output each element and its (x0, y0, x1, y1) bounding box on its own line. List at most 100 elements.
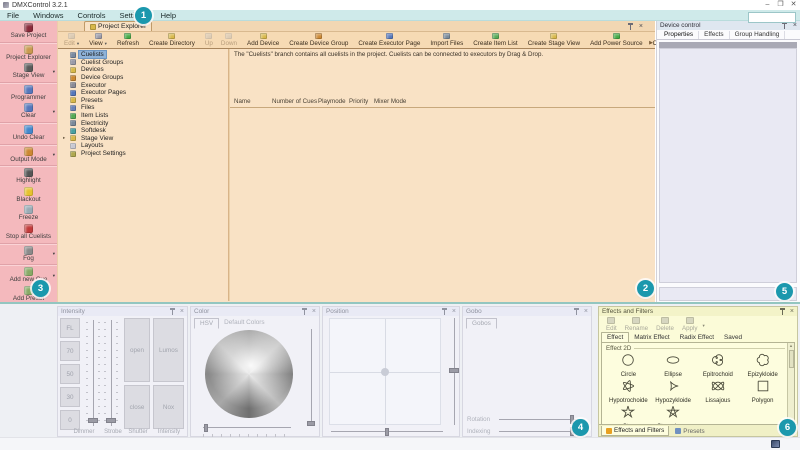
tilt-slider[interactable] (446, 318, 462, 425)
pan-tilt-pad[interactable] (329, 318, 441, 425)
close-icon[interactable]: × (452, 308, 456, 315)
tree-item-files[interactable]: Files (58, 104, 228, 112)
column-header-name[interactable]: Name (234, 98, 272, 105)
tree-item-devices[interactable]: Devices (58, 66, 228, 74)
pin-icon[interactable] (301, 308, 308, 315)
intensity-preset-30[interactable]: 30 (60, 387, 80, 407)
toolbar-button-create-stage-view[interactable]: Create Stage View (524, 33, 584, 47)
tree-item-electricity[interactable]: Electricity (58, 119, 228, 127)
close-icon[interactable]: × (584, 308, 588, 315)
tree-item-executor-pages[interactable]: Executor Pages (58, 89, 228, 97)
sidebar-item-highlight[interactable]: Highlight (0, 167, 57, 186)
pin-icon[interactable] (627, 23, 634, 30)
effect-item-hypozykloide[interactable]: Hypozykloide (651, 379, 696, 404)
menu-windows[interactable]: Windows (26, 10, 70, 21)
pin-icon[interactable] (573, 308, 580, 315)
tab-gobos[interactable]: Gobos (466, 318, 497, 329)
tab-radix-effect[interactable]: Radix Effect (675, 333, 719, 342)
expander-icon[interactable]: ▸ (63, 135, 65, 141)
minimize-icon[interactable]: – (761, 0, 774, 10)
gobo-indexing-slider[interactable]: Indexing (467, 428, 585, 435)
dropdown-arrow-icon[interactable]: ▾ (53, 109, 55, 115)
sidebar-item-fog[interactable]: Fog▾ (0, 245, 57, 264)
intensity-preset-70[interactable]: 70 (60, 341, 80, 361)
strobe-slider[interactable] (103, 320, 119, 426)
toolbar-button-create-executor-page[interactable]: Create Executor Page (354, 33, 424, 47)
pin-icon[interactable] (781, 22, 788, 29)
tab-hsv[interactable]: HSV (194, 318, 219, 329)
position-handle[interactable] (381, 368, 389, 376)
dropdown-arrow-icon[interactable]: ▾ (53, 273, 55, 279)
column-header-number-of-cues[interactable]: Number of Cues (272, 98, 318, 105)
effect-item-star[interactable]: Star (606, 405, 651, 426)
tree-item-executor[interactable]: Executor (58, 81, 228, 89)
close-icon[interactable]: × (639, 23, 643, 30)
scrollbar-thumb[interactable] (789, 350, 794, 368)
pin-icon[interactable] (169, 308, 176, 315)
effect-item-circle[interactable]: Circle (606, 353, 651, 378)
quick-search-input[interactable] (748, 12, 796, 23)
sidebar-item-stage-view[interactable]: Stage View▾ (0, 62, 57, 81)
bottom-tab-presets[interactable]: Presets (671, 426, 708, 436)
intensity-preset-0[interactable]: 0 (60, 410, 80, 430)
column-header-playmode[interactable]: Playmode (318, 98, 349, 105)
dropdown-arrow-icon[interactable]: ▾ (77, 41, 79, 47)
sidebar-item-project-explorer[interactable]: Project Explorer (0, 44, 57, 63)
effect-item-lissajous[interactable]: Lissajous (696, 379, 741, 404)
tab-saved[interactable]: Saved (719, 333, 747, 342)
bottom-tab-effects-and-filters[interactable]: Effects and Filters (601, 426, 669, 436)
effects-scrollbar[interactable]: ▲▼ (787, 343, 794, 425)
tree-item-device-groups[interactable]: Device Groups (58, 74, 228, 82)
dropdown-arrow-icon[interactable]: ▾ (105, 41, 107, 47)
tab-matrix-effect[interactable]: Matrix Effect (629, 333, 674, 342)
dropdown-arrow-icon[interactable]: ▾ (53, 152, 55, 158)
dropdown-arrow-icon[interactable]: ▾ (53, 251, 55, 257)
toolbar-overflow-icon[interactable]: ▶ (649, 40, 653, 46)
tab-effect[interactable]: Effect (601, 332, 629, 342)
menu-controls[interactable]: Controls (71, 10, 113, 21)
effect-item-starpolygon[interactable]: Starpolygon (651, 405, 696, 426)
gobo-rotation-slider[interactable]: Rotation (467, 416, 585, 423)
tree-item-stage-view[interactable]: ▸Stage View (58, 135, 228, 143)
tab-properties[interactable]: Properties (659, 31, 699, 39)
tab-default-colors[interactable]: Default Colors (219, 318, 270, 329)
tree-item-item-lists[interactable]: Item Lists (58, 112, 228, 120)
pin-icon[interactable] (779, 308, 786, 315)
intensity-lumos-button[interactable]: Lumos (153, 318, 184, 382)
scroll-up-icon[interactable]: ▲ (789, 343, 793, 348)
close-icon[interactable]: × (312, 308, 316, 315)
maximize-icon[interactable]: ❐ (774, 0, 787, 10)
close-icon[interactable]: × (790, 308, 794, 315)
effect-item-hypotrochoide[interactable]: Hypotrochoide (606, 379, 651, 404)
sidebar-item-save-project[interactable]: Save Project (0, 22, 57, 41)
toolbar-button-add-device[interactable]: Add Device (243, 33, 283, 47)
sidebar-item-stop-all-cuelists[interactable]: Stop all Cuelists (0, 223, 57, 242)
shutter-open-button[interactable]: open (124, 318, 150, 382)
dimmer-slider[interactable] (85, 320, 101, 426)
tree-item-layouts[interactable]: Layouts (58, 142, 228, 150)
color-vertical-slider[interactable] (306, 329, 316, 425)
close-icon[interactable]: × (180, 308, 184, 315)
sidebar-item-programmer[interactable]: Programmer (0, 84, 57, 103)
column-header-priority[interactable]: Priority (349, 98, 374, 105)
tree-item-presets[interactable]: Presets (58, 97, 228, 105)
sidebar-item-blackout[interactable]: Blackout (0, 186, 57, 205)
tree-item-cuelists[interactable]: Cuelists (58, 51, 228, 59)
toolbar-button-create-directory[interactable]: Create Directory (145, 33, 199, 47)
sidebar-item-freeze[interactable]: Freeze (0, 204, 57, 223)
toolbar-button-add-power-source[interactable]: Add Power Source (586, 33, 647, 47)
effect-item-polygon[interactable]: Polygon (740, 379, 785, 404)
menu-help[interactable]: Help (154, 10, 183, 21)
dropdown-arrow-icon[interactable]: ▾ (53, 69, 55, 75)
effect-item-epizykloide[interactable]: Epizykloide (740, 353, 785, 378)
color-horizontal-slider[interactable] (203, 423, 291, 437)
tree-item-softdesk[interactable]: Softdesk (58, 127, 228, 135)
effect-item-epitrochoid[interactable]: Epitrochoid (696, 353, 741, 378)
sidebar-item-clear[interactable]: Clear▾ (0, 102, 57, 121)
menu-file[interactable]: File (0, 10, 26, 21)
sidebar-item-undo-clear[interactable]: Undo Clear (0, 124, 57, 143)
intensity-preset-50[interactable]: 50 (60, 364, 80, 384)
intensity-nox-button[interactable]: Nox (153, 385, 184, 429)
close-icon[interactable]: ✕ (787, 0, 800, 10)
close-icon[interactable]: × (793, 22, 797, 29)
